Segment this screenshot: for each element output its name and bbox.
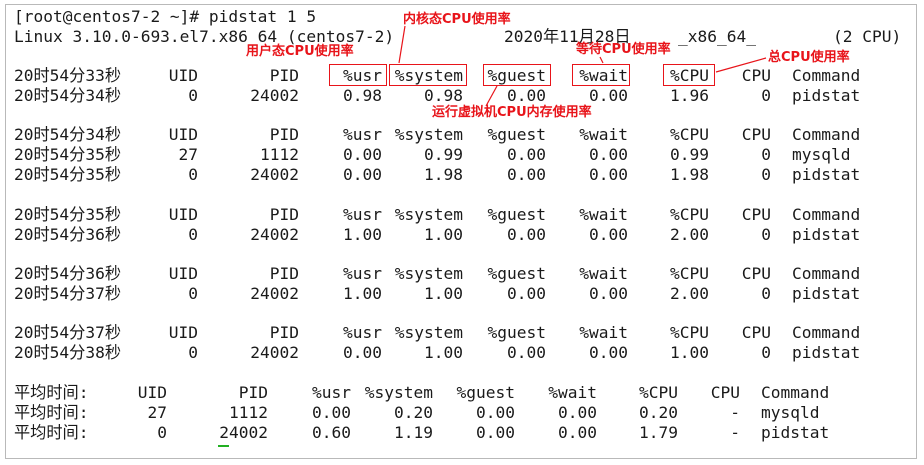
total-leader-line [715,57,767,73]
cursor-underline [218,445,229,447]
wait-leader-line [599,56,604,64]
kernel-leader-line [398,25,406,64]
annotation-leader-lines [398,25,767,107]
guest-leader-line [485,85,498,107]
